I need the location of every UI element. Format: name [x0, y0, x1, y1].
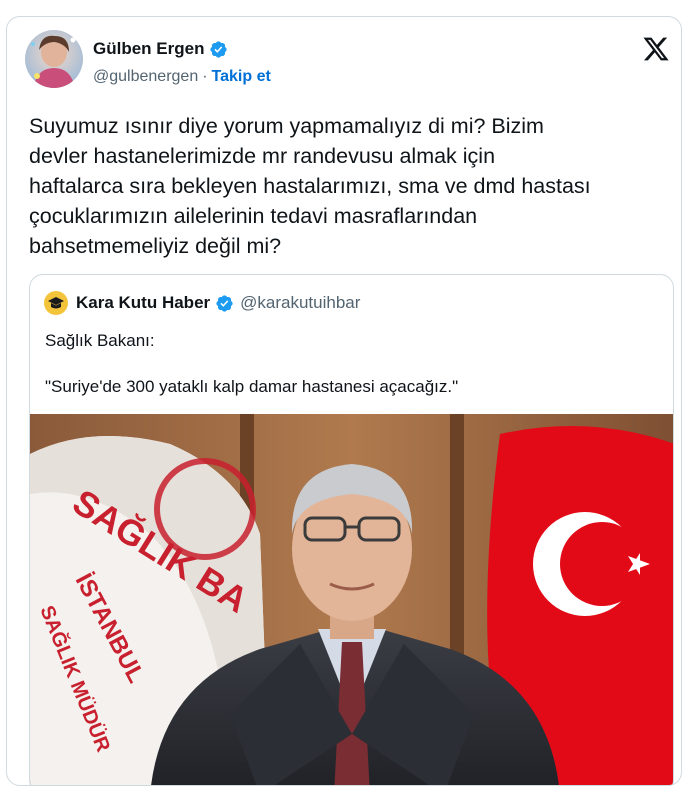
quoted-author-avatar[interactable] [44, 291, 68, 315]
tweet-card: Gülben Ergen @gulbenergen · Takip et Suy… [6, 16, 682, 786]
author-handle-row: @gulbenergen · Takip et [93, 68, 271, 86]
quoted-text-line: Sağlık Bakanı: [45, 331, 155, 350]
quoted-author-name[interactable]: Kara Kutu Haber [76, 293, 210, 313]
verified-badge-icon [216, 294, 233, 312]
quoted-text-quote: "Suriye'de 300 yataklı kalp damar hastan… [45, 377, 459, 396]
quoted-author-handle[interactable]: @karakutuihbar [240, 293, 360, 313]
author-display-name[interactable]: Gülben Ergen [93, 39, 204, 59]
quoted-tweet-header: Kara Kutu Haber @karakutuihbar [44, 291, 360, 315]
tweet-header: Gülben Ergen @gulbenergen · Takip et [7, 17, 681, 97]
author-name-row: Gülben Ergen [93, 39, 228, 59]
follow-button[interactable]: Takip et [212, 68, 271, 86]
separator-dot: · [202, 68, 208, 85]
tweet-text: Suyumuz ısınır diye yorum yapmamalıyız d… [29, 114, 591, 258]
quoted-media-image[interactable]: SAĞLIK BA İSTANBUL SAĞLIK MÜDÜR [30, 414, 674, 786]
author-handle[interactable]: @gulbenergen [93, 68, 198, 86]
x-logo-icon[interactable] [641, 35, 671, 63]
author-avatar[interactable] [25, 30, 83, 88]
verified-badge-icon [210, 40, 228, 58]
graduation-cap-icon [48, 297, 64, 309]
quoted-tweet[interactable]: Kara Kutu Haber @karakutuihbar Sağlık Ba… [29, 274, 674, 786]
